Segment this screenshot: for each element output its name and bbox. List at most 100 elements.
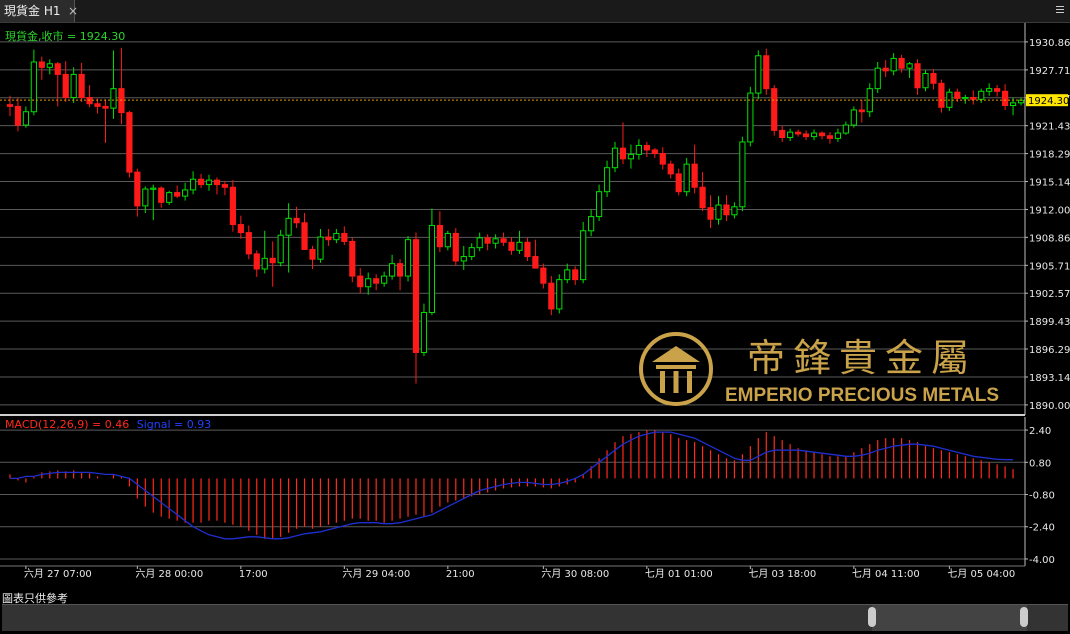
time-tick-label: 六月 29 04:00 xyxy=(342,568,410,580)
candle-body-down xyxy=(532,256,539,269)
candle-body-down xyxy=(484,237,491,244)
candle-body-down xyxy=(802,133,810,138)
macd-histogram xyxy=(9,430,1014,539)
candle-body-down xyxy=(763,55,770,90)
candle-body-up xyxy=(277,234,284,264)
candle-body-down xyxy=(667,163,674,175)
time-tick-label: 六月 28 00:00 xyxy=(135,568,203,580)
candle-body-up xyxy=(611,147,619,169)
candle-body-up xyxy=(182,189,189,197)
candle-body-down xyxy=(197,178,205,186)
candle-body-down xyxy=(412,239,420,353)
candle-body-up xyxy=(205,179,213,186)
candle-body-up xyxy=(627,153,635,160)
candle-body-up xyxy=(365,278,372,288)
candle-body-up xyxy=(460,256,467,262)
macd-tick-label: 0.80 xyxy=(1029,458,1051,469)
candle-body-down xyxy=(134,171,141,207)
candle-body-up xyxy=(603,167,611,193)
candle-body-down xyxy=(341,232,348,242)
candle-body-down xyxy=(229,186,236,226)
macd-tick-label: -4.00 xyxy=(1029,555,1055,566)
candle-body-down xyxy=(436,224,443,248)
candle-body-up xyxy=(906,63,913,69)
price-tick-label: 1912.00 xyxy=(1029,205,1070,216)
scroll-handle-left[interactable] xyxy=(868,607,876,627)
time-tick-label: 17:00 xyxy=(239,569,268,580)
candle-body-down xyxy=(62,73,69,99)
candle-body-up xyxy=(492,238,499,244)
candle-body-up xyxy=(333,232,340,241)
candle-body-down xyxy=(349,240,356,277)
candle-body-down xyxy=(779,129,786,138)
time-tick-label: 七月 04 11:00 xyxy=(852,568,920,580)
chart-tab-bar: 現貨金 H1 × xyxy=(0,0,1070,23)
scroll-visible-window[interactable] xyxy=(872,605,1027,631)
price-tick-label: 1908.86 xyxy=(1029,233,1070,244)
candle-body-up xyxy=(476,237,483,249)
candle-body-down xyxy=(373,278,380,284)
candle-body-up xyxy=(285,217,292,236)
time-tick-label: 七月 05 04:00 xyxy=(947,568,1015,580)
candle-body-down xyxy=(651,149,658,154)
candle-body-down xyxy=(38,61,45,68)
candle-body-down xyxy=(619,147,627,160)
candle-body-down xyxy=(548,282,555,310)
time-tick-label: 七月 01 01:00 xyxy=(645,568,713,580)
time-tick-label: 七月 03 18:00 xyxy=(748,568,816,580)
candle-body-down xyxy=(954,91,961,99)
candle-body-up xyxy=(444,232,451,248)
candle-body-down xyxy=(94,103,101,107)
candle-body-down xyxy=(158,187,165,203)
candle-body-down xyxy=(707,207,714,220)
scroll-handle-right[interactable] xyxy=(1020,607,1028,627)
candle-body-down xyxy=(126,112,133,173)
candle-body-up xyxy=(890,57,897,72)
candle-body-up xyxy=(428,224,436,314)
logo-roof-icon xyxy=(652,346,700,362)
candle-body-up xyxy=(683,163,690,193)
candle-body-up xyxy=(850,109,857,126)
candle-body-down xyxy=(659,152,666,165)
macd-tick-label: -2.40 xyxy=(1029,523,1055,534)
candle-body-down xyxy=(221,184,229,188)
chart-tab[interactable]: 現貨金 H1 xyxy=(0,0,76,22)
candle-body-down xyxy=(245,232,252,255)
candle-body-down xyxy=(174,192,181,197)
candle-body-down xyxy=(818,132,826,137)
candle-body-up xyxy=(22,111,30,126)
chart-area[interactable]: 1930.861927.711924.571921.431918.291915.… xyxy=(0,23,1070,590)
candle-body-down xyxy=(500,238,507,243)
candle-body-up xyxy=(261,257,268,270)
time-tick-label: 21:00 xyxy=(446,569,475,580)
logo-beam-icon xyxy=(656,365,696,369)
candle-body-down xyxy=(970,97,977,100)
candle-body-down xyxy=(301,222,308,250)
candle-body-up xyxy=(381,275,388,284)
candle-body-down xyxy=(826,135,834,139)
candle-body-down xyxy=(357,275,364,288)
price-chart-title: 現貨金,收市 = 1924.30 xyxy=(5,29,125,43)
close-tab-icon[interactable]: × xyxy=(68,0,78,22)
candle-body-up xyxy=(978,90,985,100)
chart-menu-icon[interactable] xyxy=(1054,2,1066,18)
candle-body-up xyxy=(962,97,969,100)
price-tick-label: 1893.14 xyxy=(1029,373,1070,384)
candle-body-down xyxy=(213,179,221,186)
candle-body-down xyxy=(325,236,332,241)
chart-scrollbar[interactable] xyxy=(2,604,1068,631)
candle-body-up xyxy=(110,88,117,109)
time-axis: 六月 27 07:00 六月 28 00:00 17:00 六月 29 04:00 21… xyxy=(24,566,1015,580)
candle-body-up xyxy=(1009,102,1017,107)
candle-body-down xyxy=(78,73,85,99)
candle-body-down xyxy=(771,88,778,131)
candle-body-down xyxy=(540,267,547,284)
logo-pillar-icon xyxy=(687,371,692,393)
candle-body-down xyxy=(795,131,802,135)
price-tick-label: 1902.57 xyxy=(1029,289,1070,300)
candle-body-up xyxy=(986,88,993,92)
candle-body-down xyxy=(14,105,22,126)
candle-body-up xyxy=(389,263,396,277)
macd-title: MACD(12,26,9) = 0.46 xyxy=(5,418,129,431)
candle-body-up xyxy=(189,178,197,191)
